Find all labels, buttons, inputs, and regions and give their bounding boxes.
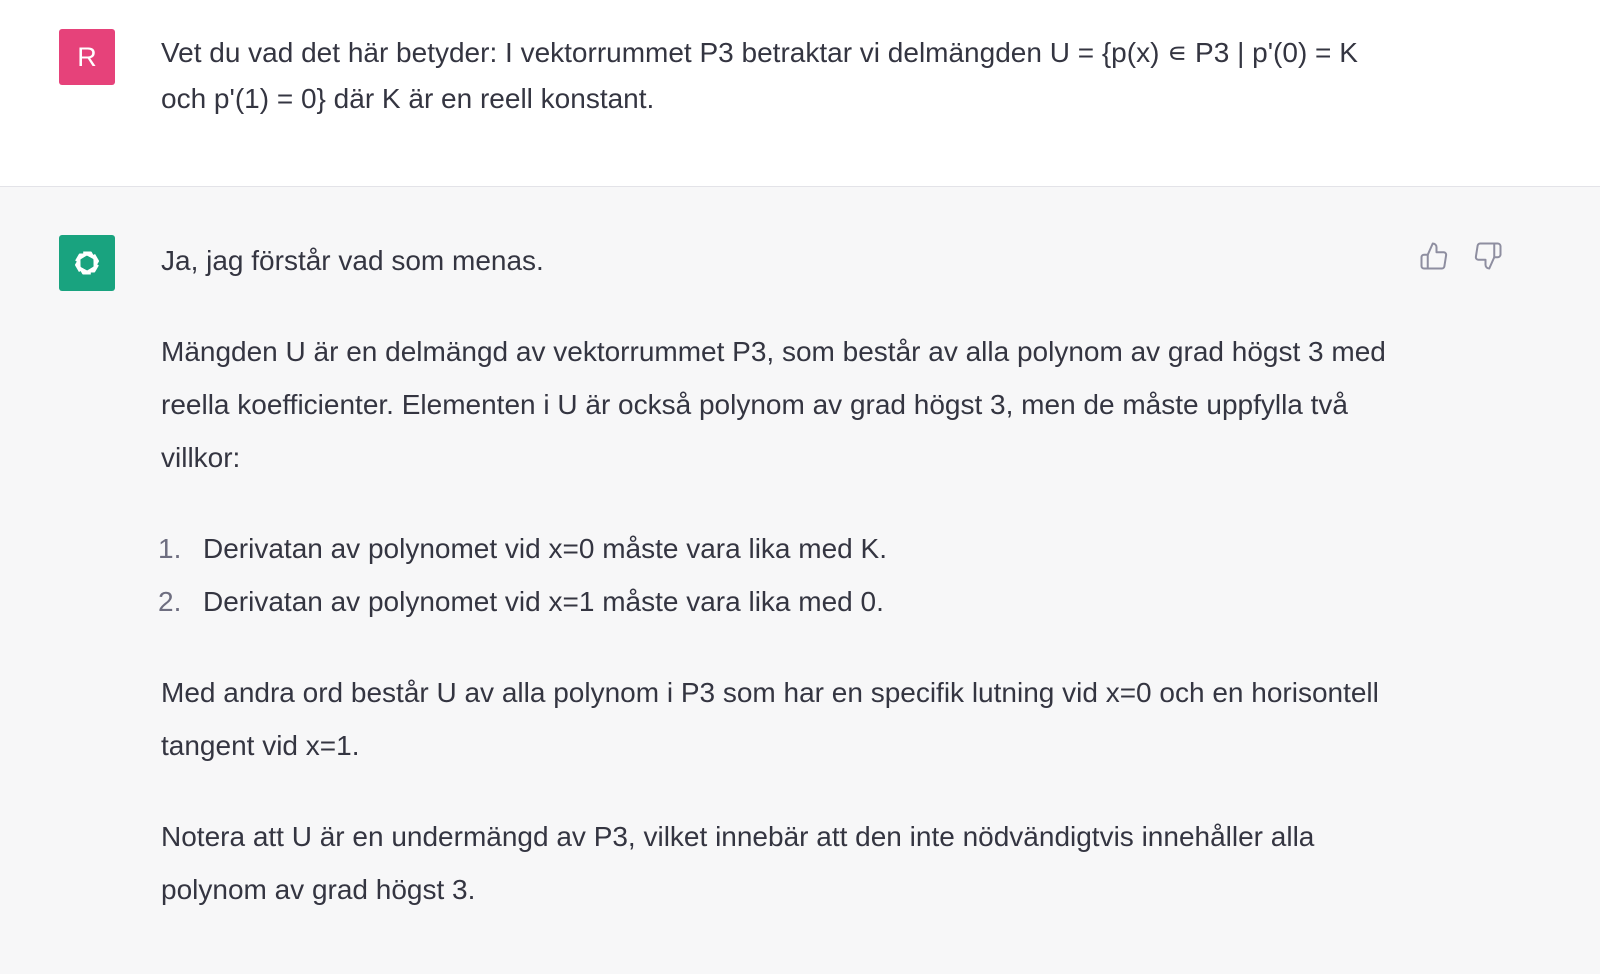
assistant-paragraph: Mängden U är en delmängd av vektorrummet…	[161, 336, 1386, 473]
assistant-message-row: Ja, jag förstår vad som menas. Mängden U…	[0, 187, 1600, 974]
assistant-paragraph: Notera att U är en undermängd av P3, vil…	[161, 821, 1315, 905]
list-number: 2.	[158, 586, 182, 617]
assistant-paragraph: Ja, jag förstår vad som menas.	[161, 245, 544, 276]
thumbs-down-icon	[1474, 242, 1502, 270]
list-item: 2. Derivatan av polynomet vid x=1 måste …	[158, 575, 1401, 628]
openai-logo-icon	[75, 251, 99, 275]
list-item-text: Derivatan av polynomet vid x=1 måste var…	[203, 586, 884, 617]
list-item-text: Derivatan av polynomet vid x=0 måste var…	[203, 533, 887, 564]
list-number: 1.	[158, 533, 182, 564]
user-avatar-letter: R	[77, 41, 97, 72]
thumbs-up-icon	[1420, 242, 1448, 270]
user-message-row: R Vet du vad det här betyder: I vektorru…	[0, 0, 1600, 187]
thumbs-up-button[interactable]	[1418, 239, 1450, 273]
thumbs-down-button[interactable]	[1472, 239, 1504, 273]
condition-list: 1. Derivatan av polynomet vid x=0 måste …	[158, 522, 1401, 628]
feedback-buttons	[1418, 239, 1504, 273]
assistant-message-text: Ja, jag förstår vad som menas. Mängden U…	[158, 234, 1401, 916]
user-message-text: Vet du vad det här betyder: I vektorrumm…	[161, 37, 1358, 114]
assistant-paragraph: Med andra ord består U av alla polynom i…	[161, 677, 1379, 761]
assistant-avatar	[59, 235, 115, 291]
user-avatar: R	[59, 29, 115, 85]
list-item: 1. Derivatan av polynomet vid x=0 måste …	[158, 522, 1401, 575]
